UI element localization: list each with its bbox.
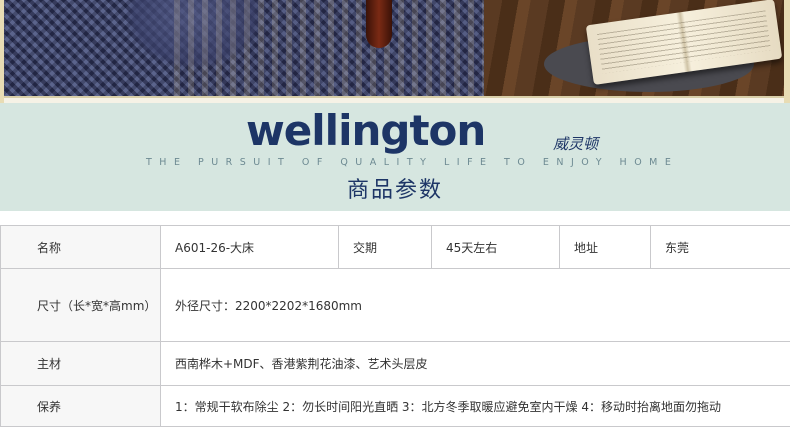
material-value: 西南桦木+MDF、香港紫荆花油漆、艺术头层皮 — [161, 342, 790, 386]
spec-table: 名称 A601-26-大床 交期 45天左右 地址 东莞 尺寸（长*宽*高mm）… — [0, 225, 790, 427]
size-value: 外径尺寸：2200*2202*1680mm — [161, 269, 790, 342]
table-row: 尺寸（长*宽*高mm） 外径尺寸：2200*2202*1680mm — [1, 269, 790, 342]
delivery-label: 交期 — [339, 226, 432, 269]
size-label: 尺寸（长*宽*高mm） — [1, 269, 161, 342]
rug-border — [174, 0, 514, 96]
care-value: 1：常规干软布除尘 2：勿长时间阳光直晒 3：北方冬季取暖应避免室内干燥 4：移… — [161, 386, 790, 427]
banner-photo-image — [4, 0, 784, 98]
table-leg — [366, 0, 392, 48]
frame-right — [784, 0, 790, 103]
brand-tagline: THE PURSUIT OF QUALITY LIFE TO ENJOY HOM… — [146, 157, 678, 168]
table-row: 名称 A601-26-大床 交期 45天左右 地址 东莞 — [1, 226, 790, 269]
brand-logo-cn: 威灵顿 — [553, 133, 598, 154]
name-label: 名称 — [1, 226, 161, 269]
banner-photo — [0, 0, 790, 103]
delivery-value: 45天左右 — [432, 226, 560, 269]
care-label: 保养 — [1, 386, 161, 427]
address-label: 地址 — [560, 226, 651, 269]
table-row: 主材 西南桦木+MDF、香港紫荆花油漆、艺术头层皮 — [1, 342, 790, 386]
section-title: 商品参数 — [0, 172, 790, 204]
table-row: 保养 1：常规干软布除尘 2：勿长时间阳光直晒 3：北方冬季取暖应避免室内干燥 … — [1, 386, 790, 427]
address-value: 东莞 — [651, 226, 790, 269]
brand-logo: wellington — [246, 110, 485, 152]
name-value: A601-26-大床 — [161, 226, 339, 269]
material-label: 主材 — [1, 342, 161, 386]
